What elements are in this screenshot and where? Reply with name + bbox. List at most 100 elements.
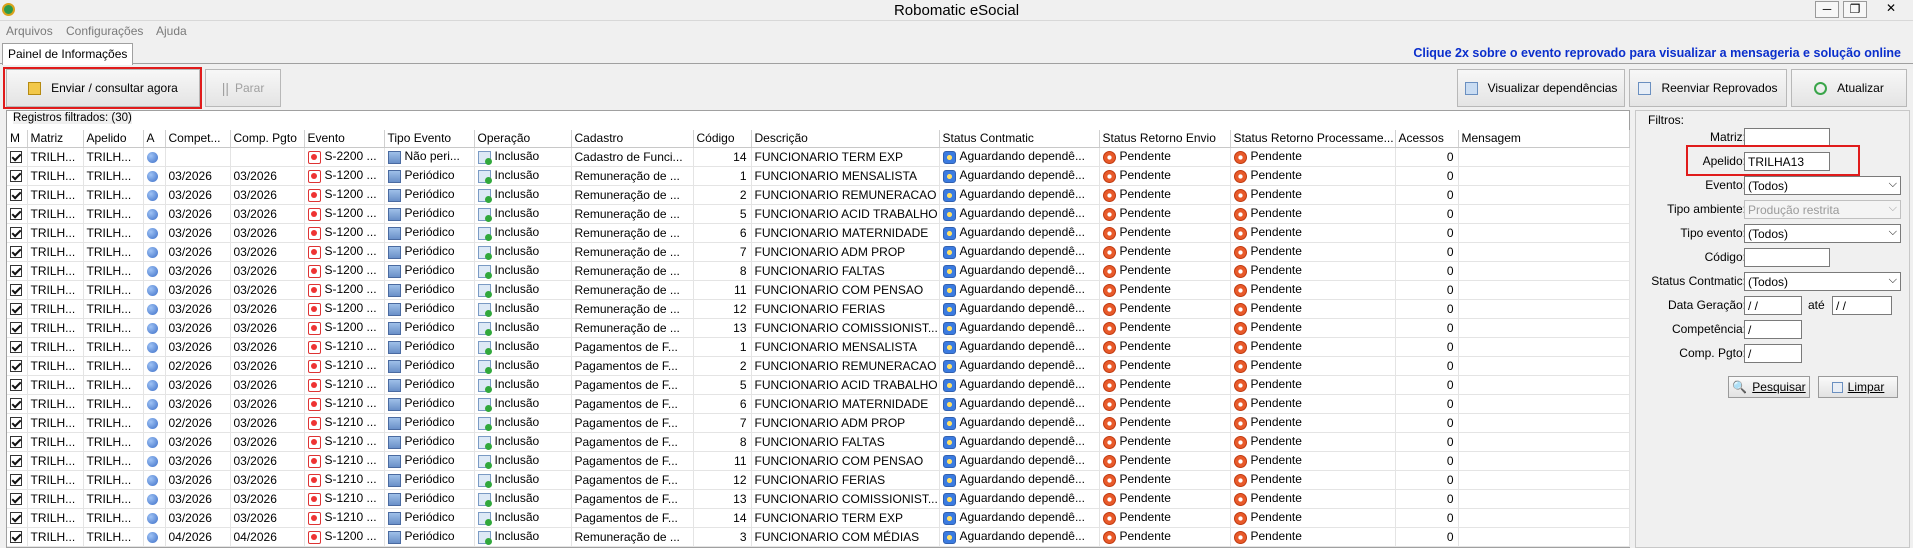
- row-checkbox[interactable]: [10, 341, 22, 354]
- row-checkbox[interactable]: [10, 246, 22, 259]
- resend-rejected-button[interactable]: Reenviar Reprovados: [1629, 69, 1787, 107]
- row-checkbox-cell[interactable]: [7, 470, 28, 490]
- column-header[interactable]: Cadastro: [571, 130, 694, 148]
- row-checkbox[interactable]: [10, 151, 22, 164]
- row-checkbox-cell[interactable]: [7, 242, 28, 262]
- data-geracao-to-input[interactable]: / /: [1832, 296, 1892, 315]
- table-row[interactable]: TRILH... TRILH... 03/2026 03/2026 S-1200 ...…: [7, 204, 1630, 224]
- row-checkbox-cell[interactable]: [7, 394, 28, 414]
- row-checkbox-cell[interactable]: [7, 318, 28, 338]
- menu-ajuda[interactable]: Ajuda: [156, 24, 187, 38]
- stop-button[interactable]: || Parar: [205, 69, 281, 107]
- table-row[interactable]: TRILH... TRILH... 03/2026 03/2026 S-1210 ...…: [7, 394, 1630, 414]
- row-checkbox[interactable]: [10, 265, 22, 278]
- row-checkbox[interactable]: [10, 208, 22, 221]
- comp-pgto-input[interactable]: /: [1744, 344, 1802, 363]
- menu-arquivos[interactable]: Arquivos: [6, 24, 53, 38]
- row-checkbox-cell[interactable]: [7, 166, 28, 186]
- table-row[interactable]: TRILH... TRILH... 02/2026 03/2026 S-1210 ...…: [7, 413, 1630, 433]
- row-checkbox[interactable]: [10, 417, 22, 430]
- row-checkbox-cell[interactable]: [7, 432, 28, 452]
- evento-select[interactable]: (Todos): [1744, 176, 1901, 195]
- row-checkbox[interactable]: [10, 531, 22, 544]
- row-checkbox[interactable]: [10, 322, 22, 335]
- row-checkbox-cell[interactable]: [7, 223, 28, 243]
- row-checkbox-cell[interactable]: [7, 261, 28, 281]
- row-checkbox[interactable]: [10, 360, 22, 373]
- row-checkbox[interactable]: [10, 436, 22, 449]
- column-header[interactable]: Status Retorno Envio: [1099, 130, 1231, 148]
- column-header[interactable]: M: [7, 130, 28, 148]
- row-checkbox-cell[interactable]: [7, 451, 28, 471]
- restore-button[interactable]: ❐: [1843, 1, 1867, 18]
- refresh-button[interactable]: Atualizar: [1791, 69, 1907, 107]
- column-header[interactable]: A: [143, 130, 166, 148]
- table-row[interactable]: TRILH... TRILH... 03/2026 03/2026 S-1200 ...…: [7, 166, 1630, 186]
- column-header[interactable]: Evento: [304, 130, 385, 148]
- column-header[interactable]: Status Retorno Processame...: [1230, 130, 1396, 148]
- row-checkbox-cell[interactable]: [7, 337, 28, 357]
- minimize-button[interactable]: ─: [1815, 1, 1839, 18]
- close-button[interactable]: ✕: [1876, 1, 1906, 18]
- row-checkbox-cell[interactable]: [7, 375, 28, 395]
- row-checkbox-cell[interactable]: [7, 280, 28, 300]
- row-checkbox[interactable]: [10, 189, 22, 202]
- table-row[interactable]: TRILH... TRILH... 03/2026 03/2026 S-1200 ...…: [7, 242, 1630, 262]
- table-row[interactable]: TRILH... TRILH... 02/2026 03/2026 S-1210 ...…: [7, 356, 1630, 376]
- table-row[interactable]: TRILH... TRILH... 03/2026 03/2026 S-1200 ...…: [7, 185, 1630, 205]
- row-checkbox-cell[interactable]: [7, 413, 28, 433]
- data-geracao-from-input[interactable]: / /: [1744, 296, 1802, 315]
- tipo-evento-select[interactable]: (Todos): [1744, 224, 1901, 243]
- column-header[interactable]: Comp. Pgto: [230, 130, 305, 148]
- clear-button[interactable]: Limpar: [1818, 376, 1898, 398]
- table-row[interactable]: TRILH... TRILH... 03/2026 03/2026 S-1210 ...…: [7, 432, 1630, 452]
- column-header[interactable]: Tipo Evento: [384, 130, 475, 148]
- row-checkbox-cell[interactable]: [7, 356, 28, 376]
- column-header[interactable]: Acessos: [1395, 130, 1459, 148]
- table-row[interactable]: TRILH... TRILH... 03/2026 03/2026 S-1210 ...…: [7, 451, 1630, 471]
- row-checkbox-cell[interactable]: [7, 527, 28, 547]
- row-checkbox-cell[interactable]: [7, 489, 28, 509]
- table-row[interactable]: TRILH... TRILH... 03/2026 03/2026 S-1200 ...…: [7, 261, 1630, 281]
- row-checkbox[interactable]: [10, 227, 22, 240]
- table-row[interactable]: TRILH... TRILH... S-2200 ... Não peri... Inc…: [7, 147, 1630, 167]
- column-header[interactable]: Operação: [474, 130, 572, 148]
- table-row[interactable]: TRILH... TRILH... 04/2026 04/2026 S-1200 ...…: [7, 527, 1630, 547]
- row-checkbox[interactable]: [10, 379, 22, 392]
- row-checkbox-cell[interactable]: [7, 185, 28, 205]
- row-checkbox-cell[interactable]: [7, 508, 28, 528]
- search-button[interactable]: 🔍 Pesquisar: [1728, 376, 1810, 398]
- view-dependencies-button[interactable]: Visualizar dependências: [1457, 69, 1625, 107]
- table-row[interactable]: TRILH... TRILH... 03/2026 03/2026 S-1200 ...…: [7, 299, 1630, 319]
- column-header[interactable]: Matriz: [27, 130, 84, 148]
- table-row[interactable]: TRILH... TRILH... 03/2026 03/2026 S-1210 ...…: [7, 508, 1630, 528]
- table-row[interactable]: TRILH... TRILH... 03/2026 03/2026 S-1210 ...…: [7, 375, 1630, 395]
- table-row[interactable]: TRILH... TRILH... 03/2026 03/2026 S-1210 ...…: [7, 489, 1630, 509]
- table-row[interactable]: TRILH... TRILH... 03/2026 03/2026 S-1210 ...…: [7, 337, 1630, 357]
- competencia-input[interactable]: /: [1744, 320, 1802, 339]
- table-row[interactable]: TRILH... TRILH... 03/2026 03/2026 S-1200 ...…: [7, 223, 1630, 243]
- column-header[interactable]: Compet...: [165, 130, 231, 148]
- row-checkbox[interactable]: [10, 170, 22, 183]
- column-header[interactable]: Status Contmatic: [939, 130, 1100, 148]
- row-checkbox[interactable]: [10, 493, 22, 506]
- table-row[interactable]: TRILH... TRILH... 03/2026 03/2026 S-1200 ...…: [7, 280, 1630, 300]
- row-checkbox-cell[interactable]: [7, 204, 28, 224]
- column-header[interactable]: Código: [693, 130, 752, 148]
- codigo-input[interactable]: [1744, 248, 1830, 267]
- status-contmatic-select[interactable]: (Todos): [1744, 272, 1901, 291]
- row-checkbox[interactable]: [10, 284, 22, 297]
- row-checkbox-cell[interactable]: [7, 299, 28, 319]
- row-checkbox[interactable]: [10, 512, 22, 525]
- table-row[interactable]: TRILH... TRILH... 03/2026 03/2026 S-1200 ...…: [7, 318, 1630, 338]
- row-checkbox[interactable]: [10, 303, 22, 316]
- table-row[interactable]: TRILH... TRILH... 03/2026 03/2026 S-1210 ...…: [7, 470, 1630, 490]
- row-checkbox-cell[interactable]: [7, 147, 28, 167]
- column-header[interactable]: Descrição: [751, 130, 940, 148]
- tab-painel-informacoes[interactable]: Painel de Informações: [2, 43, 134, 65]
- row-checkbox[interactable]: [10, 455, 22, 468]
- column-header[interactable]: Mensagem: [1458, 130, 1630, 148]
- column-header[interactable]: Apelido: [83, 130, 144, 148]
- menu-configuracoes[interactable]: Configurações: [66, 24, 143, 38]
- row-checkbox[interactable]: [10, 474, 22, 487]
